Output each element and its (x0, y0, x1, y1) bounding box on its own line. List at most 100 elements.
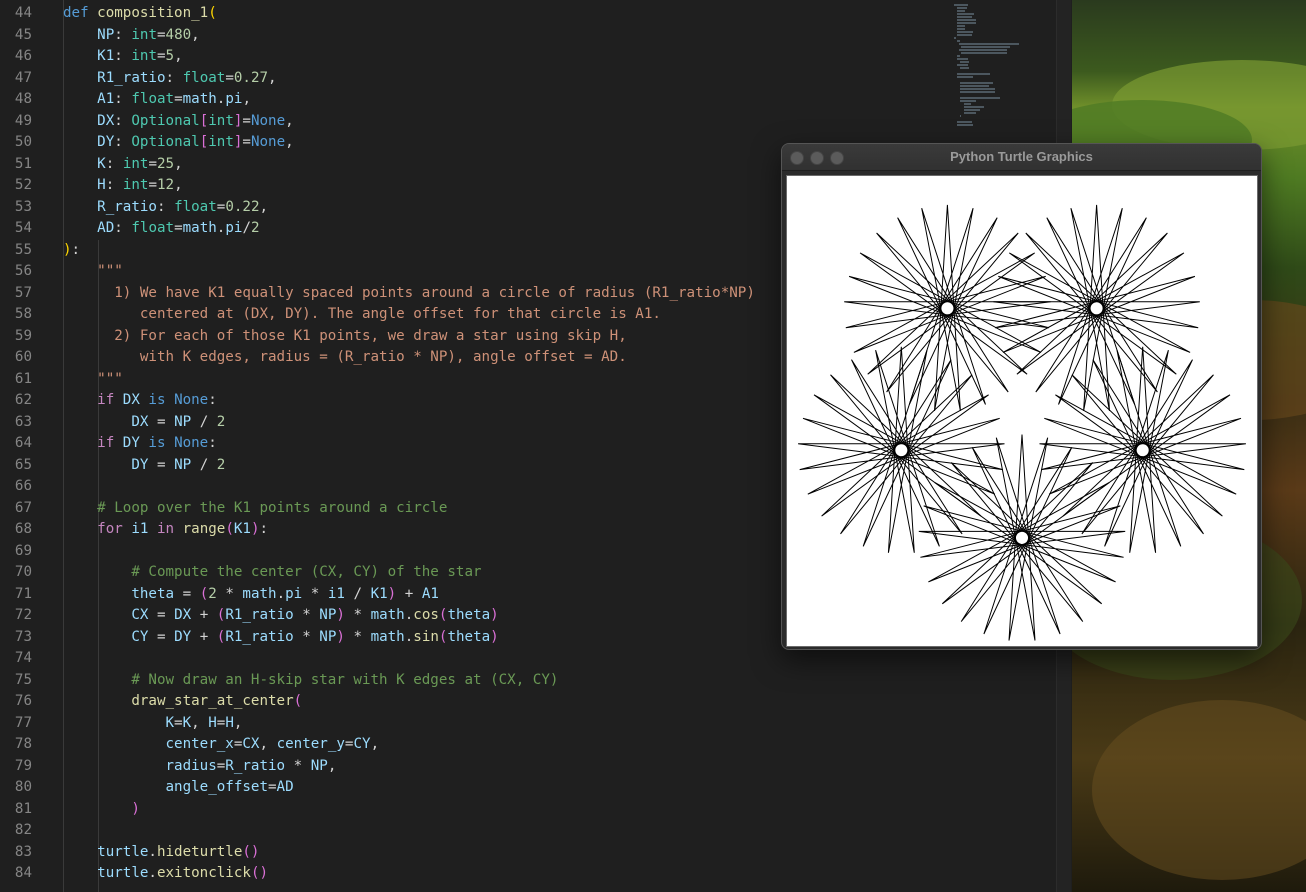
line-number: 47 (14, 69, 32, 86)
minimap-line (960, 88, 995, 90)
minimap-line (957, 16, 972, 18)
minimap-line (954, 4, 969, 6)
line-number: 57 (14, 284, 32, 301)
line-number: 55 (14, 241, 32, 258)
minimap-line (957, 28, 966, 30)
minimap-line (957, 124, 974, 126)
code-text: with K edges, radius = (R_ratio * NP), a… (97, 349, 627, 365)
line-number: 56 (14, 263, 32, 279)
line-number: 62 (14, 392, 32, 408)
line-number: 49 (14, 112, 32, 129)
minimap-line (957, 19, 976, 21)
line-number: 69 (14, 542, 32, 559)
code-text: center_x=CX, center_y=CY, (165, 736, 380, 752)
code-text: if DY is None: (97, 435, 217, 451)
minimap-line (960, 67, 970, 69)
minimap-line (957, 55, 960, 57)
minimap-line (957, 121, 973, 123)
code-text: DY = NP / 2 (131, 456, 226, 473)
line-number: 46 (14, 48, 32, 64)
code-text: NP: int=480, (97, 26, 200, 43)
code-text: K=K, H=H, (165, 714, 243, 731)
code-text: if DX is None: (97, 392, 217, 408)
code-text: turtle.hideturtle() (97, 843, 260, 860)
star-path (844, 204, 1051, 411)
minimap-line (954, 37, 956, 39)
minimap-line (957, 64, 969, 66)
line-number: 59 (14, 327, 32, 344)
star-path (993, 204, 1200, 411)
minimap-line (961, 46, 1010, 48)
line-number: 51 (14, 155, 32, 172)
line-number: 67 (14, 499, 32, 516)
line-number: 68 (14, 521, 32, 537)
code-text: DX: Optional[int]=None, (97, 112, 294, 129)
turtle-canvas[interactable] (786, 175, 1258, 647)
line-number: 61 (14, 370, 32, 387)
minimap-line (958, 43, 1019, 45)
line-number: 79 (14, 757, 32, 774)
line-number: 77 (14, 714, 32, 731)
code-text: turtle.exitonclick() (97, 865, 269, 881)
code-text: # Loop over the K1 points around a circl… (97, 499, 448, 516)
line-number: 76 (14, 693, 32, 709)
line-number: 82 (14, 822, 32, 838)
minimap-line (957, 25, 966, 27)
code-text: centered at (DX, DY). The angle offset f… (97, 306, 661, 322)
line-number: 48 (14, 91, 32, 107)
code-text: # Now draw an H-skip star with K edges a… (131, 671, 559, 688)
line-number: 72 (14, 607, 32, 623)
minimap-line (957, 73, 990, 75)
line-number: 54 (14, 220, 32, 236)
line-number: 65 (14, 456, 32, 473)
line-number: 45 (14, 26, 32, 43)
minimap-line (958, 49, 1007, 51)
line-number: 64 (14, 435, 32, 451)
code-text: 2) For each of those K1 points, we draw … (97, 327, 627, 344)
minimap-line (957, 40, 960, 42)
minimap-line (957, 7, 967, 9)
minimap-line (960, 85, 990, 87)
line-number: 75 (14, 671, 32, 688)
minimap-line (963, 109, 980, 111)
code-text: """ (97, 370, 123, 387)
minimap-line (957, 22, 976, 24)
turtle-window[interactable]: Python Turtle Graphics (781, 143, 1262, 650)
window-titlebar[interactable]: Python Turtle Graphics (782, 144, 1261, 171)
code-text: DX = NP / 2 (131, 413, 226, 430)
line-number: 73 (14, 628, 32, 645)
star-path (918, 434, 1126, 641)
code-text: DY: Optional[int]=None, (97, 134, 294, 150)
code-text: AD: float=math.pi/2 (97, 220, 260, 236)
code-text: ) (131, 800, 140, 817)
code-text: CX = DX + (R1_ratio * NP) * math.cos(the… (131, 607, 499, 623)
line-number: 53 (14, 198, 32, 215)
line-number: 74 (14, 650, 32, 666)
code-text: radius=R_ratio * NP, (165, 757, 337, 774)
code-text: H: int=12, (97, 177, 183, 193)
code-text: R_ratio: float=0.22, (97, 198, 269, 215)
code-text: ): (63, 241, 81, 258)
line-number: 52 (14, 177, 32, 193)
minimap-line (960, 91, 995, 93)
minimap[interactable] (948, 0, 1048, 150)
star-drawing (798, 204, 1246, 641)
line-number: 60 (14, 349, 32, 365)
minimap-line (957, 76, 974, 78)
line-number: 66 (14, 478, 32, 494)
line-number: 81 (14, 800, 32, 817)
minimap-line (960, 97, 1001, 99)
minimap-line (957, 31, 974, 33)
minimap-line (963, 103, 971, 105)
code-text: """ (97, 263, 123, 279)
window-title: Python Turtle Graphics (950, 149, 1093, 164)
minimap-line (963, 112, 976, 114)
code-text: K: int=25, (97, 155, 183, 172)
minimap-line (960, 82, 994, 84)
line-number: 78 (14, 736, 32, 752)
code-text: R1_ratio: float=0.27, (97, 69, 277, 86)
line-number: 84 (14, 865, 32, 881)
line-number: 58 (14, 306, 32, 322)
line-number: 63 (14, 413, 32, 430)
minimap-line (957, 10, 966, 12)
